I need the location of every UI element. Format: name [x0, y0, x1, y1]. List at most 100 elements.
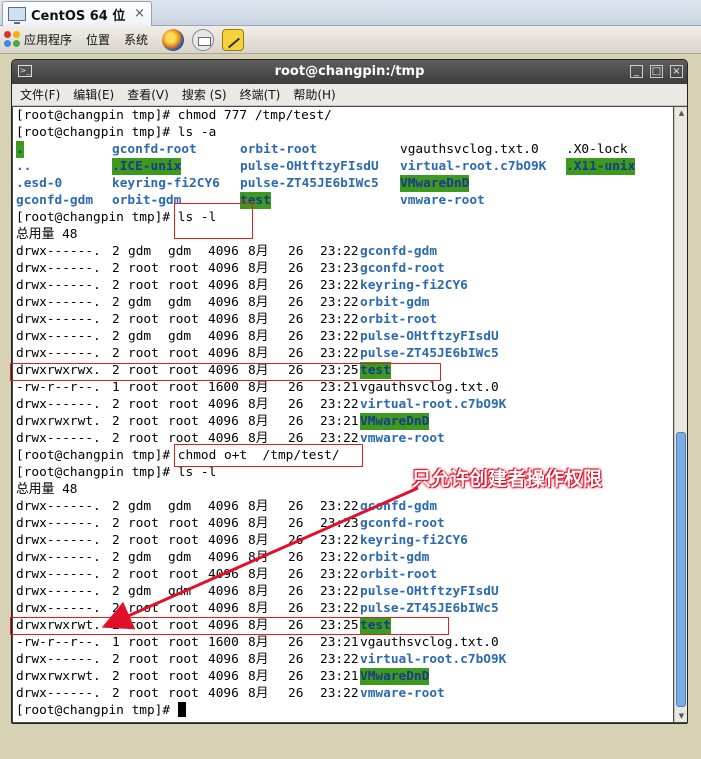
listing-day: 26	[288, 295, 304, 310]
menu-help[interactable]: 帮助(H)	[293, 86, 335, 103]
menu-view[interactable]: 查看(V)	[127, 86, 169, 103]
close-window-button[interactable]: ×	[670, 65, 683, 78]
listing-name: gconfd-gdm	[360, 499, 438, 514]
command-line: [root@changpin tmp]# chmod 777 /tmp/test…	[16, 107, 332, 124]
listing-size: 4096	[208, 550, 239, 565]
listing-name: orbit-root	[360, 312, 438, 327]
listing-size: 4096	[208, 533, 239, 548]
listing-time: 23:22	[320, 244, 359, 259]
listing-name: virtual-root.c7bO9K	[360, 652, 507, 667]
listing-n: 2	[112, 329, 120, 344]
listing-user: root	[128, 380, 159, 395]
listing-perm: drwxrwxrwt.	[16, 414, 101, 429]
menu-search[interactable]: 搜索 (S)	[182, 86, 227, 103]
listing-n: 2	[112, 431, 120, 446]
listing-n: 2	[112, 414, 120, 429]
listing-month: 8月	[248, 295, 269, 310]
annotation-label: 只允许创建者操作权限	[412, 468, 603, 490]
listing-day: 26	[288, 584, 304, 599]
menu-edit[interactable]: 编辑(E)	[73, 86, 114, 103]
total-size: 总用量 48	[16, 482, 78, 497]
listing-user: root	[128, 652, 159, 667]
close-icon[interactable]: ×	[134, 6, 145, 21]
listing-user: root	[128, 346, 159, 361]
command-line: [root@changpin tmp]# chmod o+t /tmp/test…	[16, 447, 340, 464]
minimize-button[interactable]: _	[630, 65, 643, 78]
listing-name: gconfd-root	[360, 261, 445, 276]
listing-time: 23:22	[320, 295, 359, 310]
listing-group: root	[168, 261, 199, 276]
listing-month: 8月	[248, 261, 269, 276]
firefox-icon[interactable]	[162, 28, 185, 51]
listing-time: 23:22	[320, 601, 359, 616]
applications-icon	[4, 31, 21, 48]
listing-perm: drwx------.	[16, 516, 101, 531]
listing-group: gdm	[168, 244, 192, 259]
listing-perm: drwx------.	[16, 329, 101, 344]
menu-file[interactable]: 文件(F)	[20, 86, 60, 103]
applications-menu[interactable]: 应用程序	[4, 31, 72, 48]
listing-size: 4096	[208, 618, 239, 633]
ls-a-entry: pulse-OHtftzyFIsdU	[240, 159, 379, 174]
listing-time: 23:22	[320, 567, 359, 582]
listing-month: 8月	[248, 584, 269, 599]
listing-n: 2	[112, 261, 120, 276]
listing-user: root	[128, 363, 159, 378]
vm-tab-centos[interactable]: CentOS 64 位 ×	[2, 1, 152, 26]
listing-month: 8月	[248, 567, 269, 582]
listing-day: 26	[288, 329, 304, 344]
listing-group: root	[168, 686, 199, 701]
listing-size: 4096	[208, 397, 239, 412]
listing-time: 23:23	[320, 261, 359, 276]
listing-perm: drwx------.	[16, 261, 101, 276]
listing-size: 4096	[208, 261, 239, 276]
scroll-down-icon[interactable]: ▼	[675, 710, 688, 722]
listing-user: root	[128, 618, 159, 633]
listing-user: gdm	[128, 499, 152, 514]
listing-size: 4096	[208, 329, 239, 344]
places-menu[interactable]: 位置	[86, 31, 110, 48]
text-cursor	[177, 702, 186, 717]
system-menu[interactable]: 系统	[124, 31, 148, 48]
listing-n: 2	[112, 244, 120, 259]
terminal-output[interactable]: [root@changpin tmp]# chmod 777 /tmp/test…	[13, 107, 673, 722]
listing-user: gdm	[128, 244, 152, 259]
listing-time: 23:22	[320, 499, 359, 514]
scroll-up-icon[interactable]: ▲	[675, 107, 688, 119]
listing-user: root	[128, 686, 159, 701]
listing-perm: drwx------.	[16, 346, 101, 361]
ls-a-entry: vgauthsvclog.txt.0	[400, 142, 539, 157]
menu-terminal[interactable]: 终端(T)	[240, 86, 281, 103]
text-editor-icon[interactable]	[222, 28, 245, 51]
listing-name: test	[360, 362, 391, 379]
listing-perm: -rw-r--r--.	[16, 380, 101, 395]
maximize-button[interactable]: □	[650, 65, 663, 78]
listing-group: gdm	[168, 499, 192, 514]
total-size: 总用量 48	[16, 227, 78, 242]
listing-name: virtual-root.c7bO9K	[360, 397, 507, 412]
listing-day: 26	[288, 635, 304, 650]
listing-time: 23:22	[320, 431, 359, 446]
listing-day: 26	[288, 397, 304, 412]
ls-a-entry: keyring-fi2CY6	[112, 176, 220, 191]
listing-name: VMwareDnD	[360, 668, 430, 685]
mail-client-icon[interactable]	[192, 28, 215, 51]
listing-name: pulse-ZT45JE6bIWc5	[360, 346, 499, 361]
listing-user: root	[128, 312, 159, 327]
listing-name: vmware-root	[360, 686, 445, 701]
ls-a-entry: gconfd-root	[112, 142, 197, 157]
listing-day: 26	[288, 261, 304, 276]
listing-day: 26	[288, 601, 304, 616]
listing-user: root	[128, 567, 159, 582]
listing-month: 8月	[248, 635, 269, 650]
listing-month: 8月	[248, 278, 269, 293]
listing-time: 23:22	[320, 652, 359, 667]
terminal-scrollbar[interactable]: ▲ ▼	[674, 107, 687, 722]
listing-group: root	[168, 431, 199, 446]
window-titlebar[interactable]: >_ root@changpin:/tmp _ □ ×	[12, 60, 687, 84]
scrollbar-thumb[interactable]	[676, 432, 686, 707]
listing-perm: drwxrwxrwx.	[16, 363, 101, 378]
listing-day: 26	[288, 431, 304, 446]
vm-tab-title: CentOS 64 位	[31, 8, 126, 24]
listing-perm: drwx------.	[16, 567, 101, 582]
